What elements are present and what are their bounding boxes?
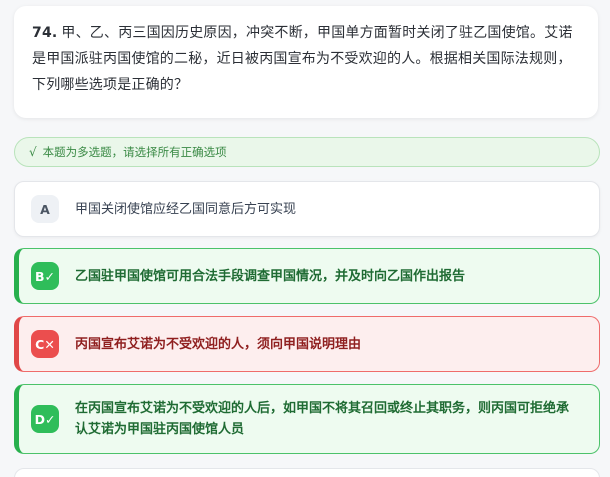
hint-text: 本题为多选题，请选择所有正确选项 xyxy=(42,145,227,159)
option-a-badge: A xyxy=(31,195,59,223)
option-c-text: 丙国宣布艾诺为不受欢迎的人，须向甲国说明理由 xyxy=(75,336,362,352)
question-body: 甲、乙、丙三国因历史原因，冲突不断，甲国单方面暂时关闭了驻乙国使馆。艾诺是甲国派… xyxy=(32,25,573,93)
option-a[interactable]: A 甲国关闭使馆应经乙国同意后方可实现 xyxy=(14,181,600,237)
option-c[interactable]: C✕ 丙国宣布艾诺为不受欢迎的人，须向甲国说明理由 xyxy=(14,316,600,372)
option-d[interactable]: D✓ 在丙国宣布艾诺为不受欢迎的人后，如甲国不将其召回或终止其职务，则丙国可拒绝… xyxy=(14,384,600,454)
multi-select-hint: √ 本题为多选题，请选择所有正确选项 xyxy=(14,137,600,167)
next-option-card-partial xyxy=(14,468,600,477)
option-a-text: 甲国关闭使馆应经乙国同意后方可实现 xyxy=(75,201,297,217)
option-b[interactable]: B✓ 乙国驻甲国使馆可用合法手段调查甲国情况，并及时向乙国作出报告 xyxy=(14,248,600,304)
question-number: 74. xyxy=(32,25,58,41)
question-text: 74. 甲、乙、丙三国因历史原因，冲突不断，甲国单方面暂时关闭了驻乙国使馆。艾诺是… xyxy=(32,20,580,98)
check-icon: √ xyxy=(29,145,37,159)
option-d-correct-badge: D✓ xyxy=(31,405,59,433)
question-card: 74. 甲、乙、丙三国因历史原因，冲突不断，甲国单方面暂时关闭了驻乙国使馆。艾诺是… xyxy=(14,6,598,118)
option-d-text: 在丙国宣布艾诺为不受欢迎的人后，如甲国不将其召回或终止其职务，则丙国可拒绝承认艾… xyxy=(75,401,570,437)
option-c-wrong-badge: C✕ xyxy=(31,330,59,358)
option-b-correct-badge: B✓ xyxy=(31,262,59,290)
option-b-text: 乙国驻甲国使馆可用合法手段调查甲国情况，并及时向乙国作出报告 xyxy=(75,268,466,284)
